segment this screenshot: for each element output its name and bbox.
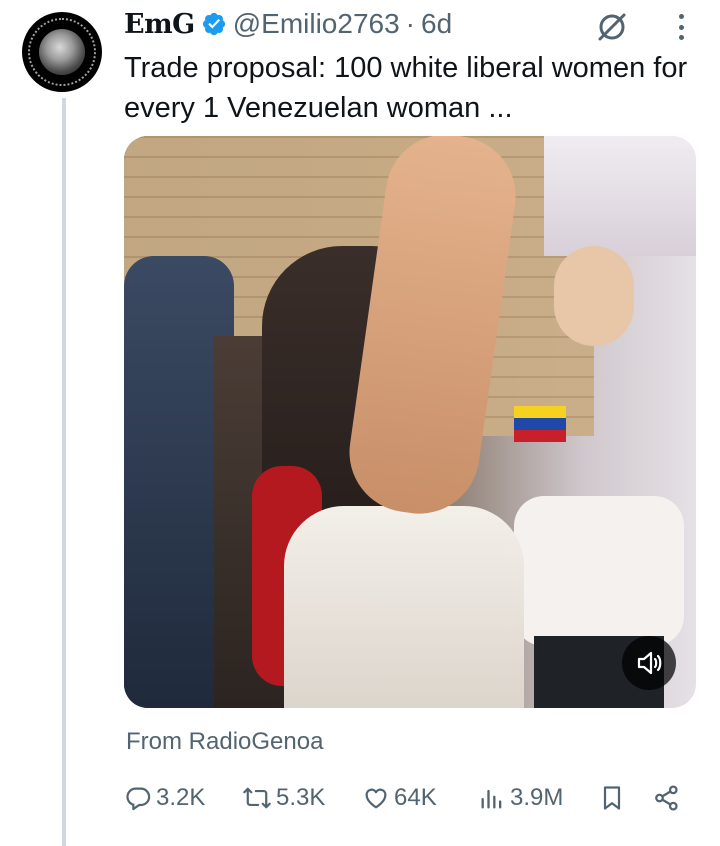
speaker-muted-icon (637, 651, 662, 675)
action-bar: 3.2K 5.3K 64K 3.9M (124, 778, 696, 818)
reply-button[interactable]: 3.2K (124, 778, 205, 818)
separator-dot: · (405, 8, 415, 39)
thread-line (62, 98, 66, 846)
like-icon (365, 788, 387, 809)
video-frame-flag (514, 406, 566, 442)
video-frame-dress (284, 506, 524, 708)
like-count: 64K (394, 784, 437, 811)
display-name[interactable]: EmG (124, 9, 195, 40)
mute-button[interactable] (622, 636, 676, 690)
share-button[interactable] (652, 778, 682, 818)
reply-count: 3.2K (156, 784, 206, 811)
like-button[interactable]: 64K (362, 778, 437, 818)
post-age[interactable]: 6d (421, 8, 452, 40)
more-icon[interactable] (670, 10, 692, 44)
video-frame-background (544, 136, 696, 256)
bookmark-icon (603, 786, 621, 810)
repost-button[interactable]: 5.3K (242, 778, 325, 818)
tweet-header: EmG @Emilio2763 · 6d (124, 6, 452, 42)
repost-count: 5.3K (276, 784, 326, 811)
source-attribution[interactable]: From RadioGenoa (126, 728, 323, 756)
views-count: 3.9M (510, 784, 564, 811)
repost-icon (243, 787, 271, 809)
share-icon (655, 785, 678, 811)
verified-icon (202, 12, 225, 36)
tweet-text: Trade proposal: 100 white liberal women … (124, 52, 688, 124)
views-icon (481, 789, 502, 809)
handle[interactable]: @Emilio2763 (233, 8, 400, 40)
bookmark-button[interactable] (598, 778, 626, 818)
views-button[interactable]: 3.9M (478, 778, 563, 818)
avatar[interactable] (22, 12, 102, 92)
grok-icon[interactable] (595, 10, 629, 44)
avatar-text-ring (28, 18, 96, 86)
video-player[interactable] (124, 136, 696, 708)
reply-icon (126, 787, 151, 811)
